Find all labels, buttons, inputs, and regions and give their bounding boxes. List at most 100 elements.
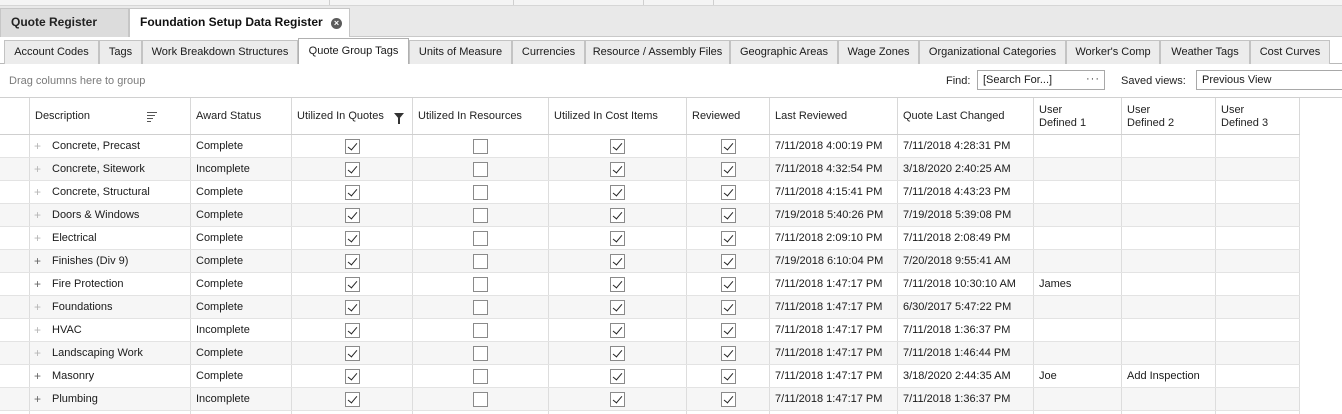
row-indicator[interactable] [0,250,30,272]
table-row[interactable]: + Plumbing Incomplete 7/11/2018 1:47:17 PM 7… [0,388,1300,411]
cell-u1[interactable] [1034,135,1122,157]
row-indicator[interactable] [0,388,30,410]
cell-description[interactable]: Masonry [30,365,191,387]
sort-icon[interactable] [147,112,157,122]
saved-views-select[interactable]: Previous View [1196,70,1342,90]
cell-quote-changed[interactable]: 7/11/2018 1:36:37 PM [898,388,1034,410]
cell-u3[interactable] [1216,273,1300,295]
cell-award[interactable]: Complete [191,204,292,226]
cell-description[interactable]: Landscaping Work [30,342,191,364]
tab-wage-zones[interactable]: Wage Zones [838,40,919,64]
column-header-quote-changed[interactable]: Quote Last Changed [898,98,1034,134]
row-indicator[interactable] [0,204,30,226]
cell-description[interactable]: Concrete, Sitework [30,158,191,180]
cell-u2[interactable] [1122,342,1216,364]
cell-quote-changed[interactable]: 7/11/2018 1:46:44 PM [898,342,1034,364]
cell-description[interactable]: Electrical [30,227,191,249]
search-input[interactable]: [Search For...] ··· [977,70,1105,90]
column-header-u1[interactable]: User Defined 1 [1034,98,1122,134]
cell-quote-changed[interactable]: 7/20/2018 9:55:41 AM [898,250,1034,272]
cell-last-reviewed[interactable]: 7/11/2018 1:47:17 PM [770,388,898,410]
cell-award[interactable]: Complete [191,273,292,295]
cell-u2[interactable]: Add Inspection [1122,365,1216,387]
cell-description[interactable]: Plumbing [30,388,191,410]
cell-description[interactable]: Concrete, Precast [30,135,191,157]
cell-award[interactable]: Complete [191,296,292,318]
tab-organizational-categories[interactable]: Organizational Categories [919,40,1066,64]
cell-u1[interactable] [1034,296,1122,318]
cost-checkbox[interactable] [610,208,625,223]
table-row[interactable]: + Masonry Complete 7/11/2018 1:47:17 PM 3/18… [0,365,1300,388]
tab-tags[interactable]: Tags [99,40,142,64]
cost-checkbox[interactable] [610,346,625,361]
reviewed-checkbox[interactable] [721,231,736,246]
quotes-checkbox[interactable] [345,254,360,269]
cell-u2[interactable] [1122,250,1216,272]
row-indicator[interactable] [0,296,30,318]
cell-u2[interactable] [1122,158,1216,180]
row-indicator[interactable] [0,181,30,203]
cell-award[interactable]: Complete [191,342,292,364]
cell-quote-changed[interactable]: 6/30/2017 5:47:22 PM [898,296,1034,318]
cost-checkbox[interactable] [610,323,625,338]
reviewed-checkbox[interactable] [721,277,736,292]
cost-checkbox[interactable] [610,185,625,200]
filter-icon[interactable] [394,113,404,124]
cell-u3[interactable] [1216,342,1300,364]
cell-description[interactable]: Doors & Windows [30,204,191,226]
cell-quote-changed[interactable]: 7/19/2018 5:39:08 PM [898,204,1034,226]
cell-last-reviewed[interactable]: 7/11/2018 1:47:17 PM [770,342,898,364]
cell-award[interactable]: Complete [191,365,292,387]
table-row[interactable]: + Concrete, Sitework Incomplete 7/11/2018 4… [0,158,1300,181]
cell-u1[interactable] [1034,319,1122,341]
tab-weather-tags[interactable]: Weather Tags [1160,40,1250,64]
cell-u1[interactable] [1034,388,1122,410]
quotes-checkbox[interactable] [345,300,360,315]
cell-description[interactable]: Finishes (Div 9) [30,250,191,272]
cell-u3[interactable] [1216,158,1300,180]
cost-checkbox[interactable] [610,300,625,315]
cell-u2[interactable] [1122,273,1216,295]
table-row[interactable]: + Finishes (Div 9) Complete 7/19/2018 6:10:… [0,250,1300,273]
cost-checkbox[interactable] [610,162,625,177]
resources-checkbox[interactable] [473,300,488,315]
quotes-checkbox[interactable] [345,277,360,292]
column-header-award[interactable]: Award Status [191,98,292,134]
reviewed-checkbox[interactable] [721,369,736,384]
cell-award[interactable]: Incomplete [191,319,292,341]
column-header-quotes[interactable]: Utilized In Quotes [292,98,413,134]
cell-last-reviewed[interactable]: 7/11/2018 1:47:17 PM [770,365,898,387]
cell-last-reviewed[interactable]: 7/19/2018 6:10:04 PM [770,250,898,272]
cell-last-reviewed[interactable]: 7/11/2018 1:47:17 PM [770,296,898,318]
cost-checkbox[interactable] [610,254,625,269]
table-row[interactable]: + Concrete, Structural Complete 7/11/2018 4… [0,181,1300,204]
cell-u3[interactable] [1216,135,1300,157]
cost-checkbox[interactable] [610,231,625,246]
quotes-checkbox[interactable] [345,162,360,177]
cost-checkbox[interactable] [610,392,625,407]
cell-last-reviewed[interactable]: 7/11/2018 4:00:19 PM [770,135,898,157]
cell-u1[interactable] [1034,158,1122,180]
cell-last-reviewed[interactable]: 7/11/2018 4:15:41 PM [770,181,898,203]
tab-geographic-areas[interactable]: Geographic Areas [730,40,838,64]
tab-units-of-measure[interactable]: Units of Measure [409,40,512,64]
cell-award[interactable]: Complete [191,181,292,203]
cell-quote-changed[interactable]: 7/11/2018 4:28:31 PM [898,135,1034,157]
column-header-last-reviewed[interactable]: Last Reviewed [770,98,898,134]
cell-award[interactable]: Incomplete [191,158,292,180]
resources-checkbox[interactable] [473,162,488,177]
quotes-checkbox[interactable] [345,231,360,246]
cell-u1[interactable] [1034,181,1122,203]
resources-checkbox[interactable] [473,323,488,338]
quotes-checkbox[interactable] [345,323,360,338]
cell-quote-changed[interactable]: 7/11/2018 4:43:23 PM [898,181,1034,203]
quotes-checkbox[interactable] [345,346,360,361]
tab-resource-assembly-files[interactable]: Resource / Assembly Files [585,40,730,64]
cell-last-reviewed[interactable]: 7/11/2018 1:47:17 PM [770,273,898,295]
cell-description[interactable]: Fire Protection [30,273,191,295]
quotes-checkbox[interactable] [345,369,360,384]
resources-checkbox[interactable] [473,392,488,407]
column-header-cost[interactable]: Utilized In Cost Items [549,98,687,134]
row-indicator[interactable] [0,273,30,295]
row-indicator[interactable] [0,158,30,180]
